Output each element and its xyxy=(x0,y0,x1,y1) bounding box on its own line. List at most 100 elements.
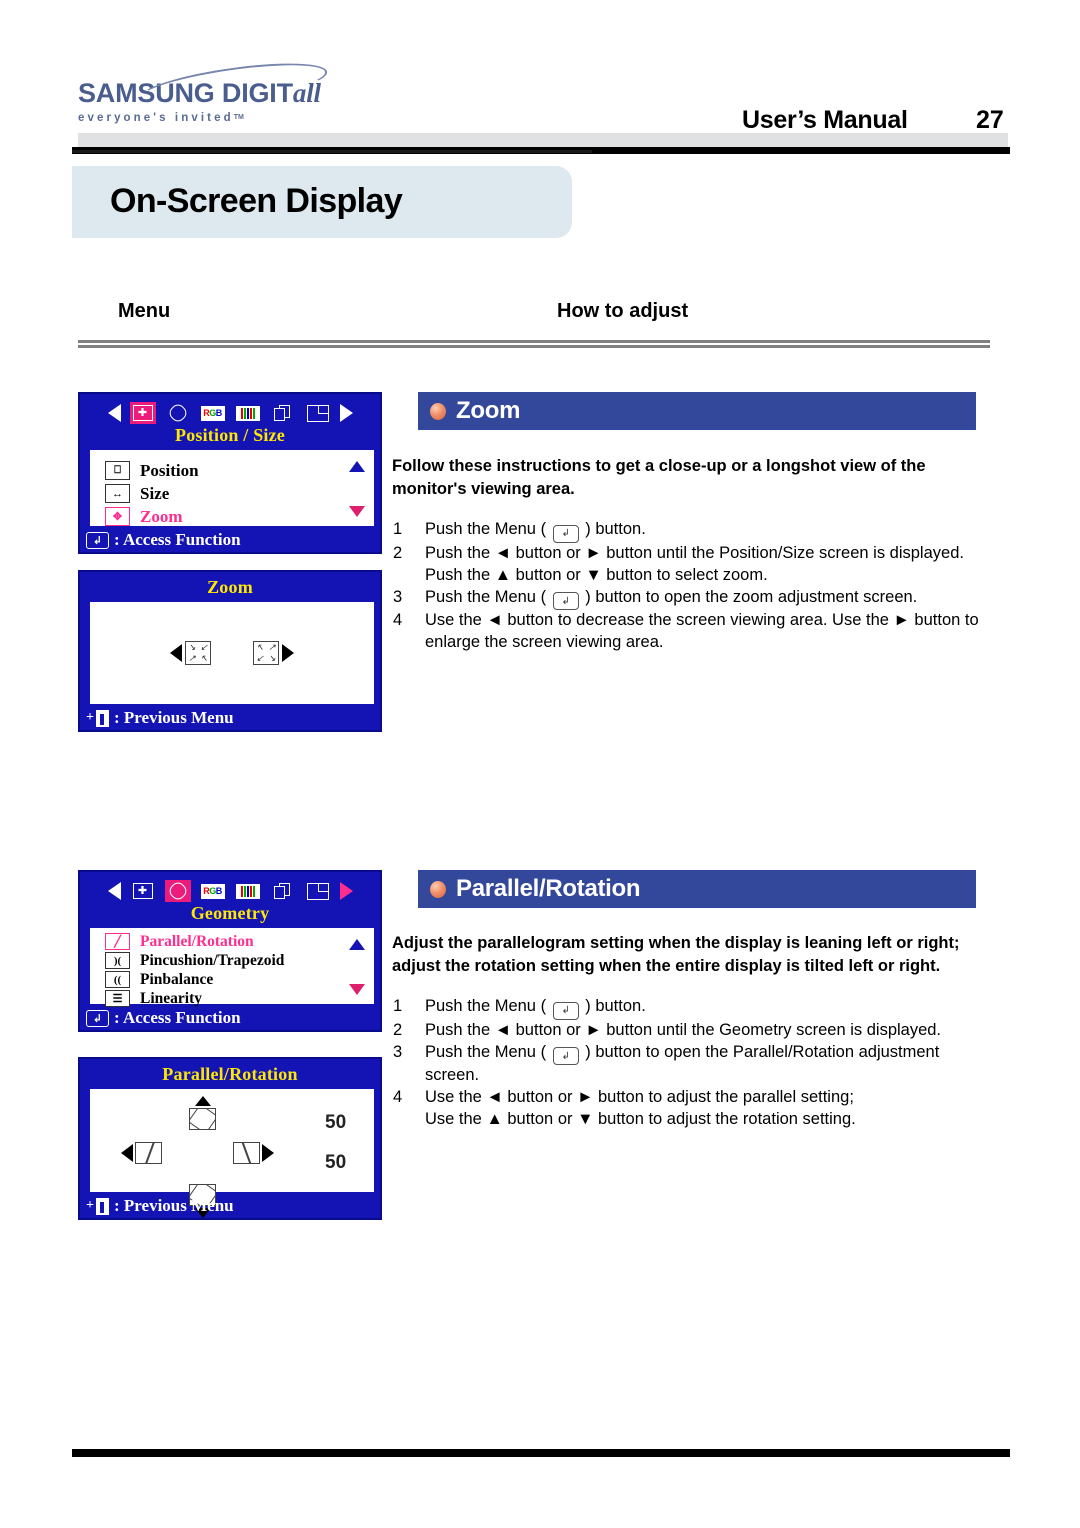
header-gray-band xyxy=(78,133,1008,147)
step-item: 2 Push the ◄ button or ► button until th… xyxy=(393,543,1010,587)
toolbar-geometry-icon[interactable] xyxy=(164,879,191,903)
osd-item-zoom[interactable]: ✥ Zoom xyxy=(105,505,343,528)
osd-footer: + : Previous Menu xyxy=(86,1196,234,1216)
left-arrow-icon[interactable] xyxy=(121,1144,133,1162)
osd-item-label: Pincushion/Trapezoid xyxy=(140,951,285,969)
osd-item-position[interactable]: ⎕ Position xyxy=(105,459,343,482)
zoom-in-control[interactable]: ↖ ↗ ↙ ↘ xyxy=(253,641,294,665)
step-text: Use the ◄ button or ► button to adjust t… xyxy=(425,1087,1010,1131)
step-number: 2 xyxy=(393,543,403,562)
logo-tagline: everyone's invitedTM xyxy=(78,112,338,124)
scroll-up-icon[interactable] xyxy=(349,461,365,472)
osd-toolbar[interactable]: ✚ RGB xyxy=(80,876,380,906)
zoom-out-control[interactable]: ↘ ↙ ↗ ↖ xyxy=(170,641,211,665)
logo-tm-mark: TM xyxy=(233,114,244,121)
scroll-down-icon[interactable] xyxy=(349,506,365,517)
rotation-up-control[interactable] xyxy=(189,1096,216,1130)
menu-key-icon: ↲ xyxy=(552,592,579,611)
osd-item-linearity[interactable]: ☰ Linearity xyxy=(105,989,343,1008)
toolbar-left-arrow-icon[interactable] xyxy=(107,404,121,422)
osd-menu-list[interactable]: ╱ Parallel/Rotation )( Pincushion/Trapez… xyxy=(105,932,343,1008)
step-text-pre: Push the Menu ( xyxy=(425,997,551,1015)
right-arrow-icon[interactable] xyxy=(262,1144,274,1162)
step-number: 4 xyxy=(393,611,403,630)
toolbar-position-size-icon[interactable]: ✚ xyxy=(130,880,156,902)
left-arrow-icon[interactable] xyxy=(170,644,182,662)
toolbar-osd-stack-icon[interactable] xyxy=(270,402,296,424)
parallel-right-icon xyxy=(233,1142,260,1164)
osd-heading: Parallel/Rotation xyxy=(162,1064,298,1084)
linearity-icon: ☰ xyxy=(105,990,130,1007)
column-rule-top xyxy=(78,340,990,343)
menu-key-icon: ↲ xyxy=(552,1047,579,1066)
step-text-pre: Push the Menu ( xyxy=(425,587,551,606)
osd-menu-geometry: ✚ RGB Geometry ╱ Parallel/Rotation )( Pi… xyxy=(78,870,382,1032)
toolbar-right-arrow-icon[interactable] xyxy=(339,404,353,422)
toolbar-right-arrow-icon[interactable] xyxy=(339,882,353,900)
osd-item-size[interactable]: ↔ Size xyxy=(105,482,343,505)
enter-key-icon: ↲ xyxy=(86,531,109,549)
osd-menu-list[interactable]: ⎕ Position ↔ Size ✥ Zoom xyxy=(105,459,343,528)
up-arrow-icon[interactable] xyxy=(194,1096,211,1106)
logo-tagline-text: everyone's invited xyxy=(78,112,234,124)
osd-item-pincushion-trapezoid[interactable]: )( Pincushion/Trapezoid xyxy=(105,951,343,970)
osd-heading: Position / Size xyxy=(175,425,285,445)
zoom-controls[interactable]: ↘ ↙ ↗ ↖ ↖ ↗ ↙ ↘ xyxy=(91,641,373,665)
step-text-pre: Use the ◄ button or ► button to adjust t… xyxy=(425,1088,854,1107)
step-text-post: ) button. xyxy=(580,520,646,538)
osd-footer-label: : Previous Menu xyxy=(113,1196,234,1215)
parallel-left-control[interactable] xyxy=(121,1142,162,1164)
section-intro-zoom: Follow these instructions to get a close… xyxy=(392,457,926,499)
step-item: 4 Use the ◄ button or ► button to adjust… xyxy=(393,1087,1010,1131)
pincushion-icon: )( xyxy=(105,952,130,969)
osd-heading: Geometry xyxy=(190,903,270,923)
osd-panel: ╱ Parallel/Rotation )( Pincushion/Trapez… xyxy=(90,928,374,1007)
toolbar-rgb-icon[interactable]: RGB xyxy=(200,402,226,424)
parallel-right-control[interactable] xyxy=(233,1142,274,1164)
osd-item-pinbalance[interactable]: (( Pinbalance xyxy=(105,970,343,989)
right-arrow-icon[interactable] xyxy=(282,644,294,662)
page-number: 27 xyxy=(976,106,1004,134)
osd-menu-position-size: ✚ RGB Position / Size ⎕ Position ↔ Size … xyxy=(78,392,382,554)
osd-heading: Zoom xyxy=(207,577,253,597)
parallel-rotation-icon: ╱ xyxy=(105,933,130,950)
menu-key-icon: ↲ xyxy=(552,524,579,543)
scroll-down-icon[interactable] xyxy=(349,984,365,995)
bullet-icon xyxy=(430,402,446,420)
toolbar-left-arrow-icon[interactable] xyxy=(107,882,121,900)
step-item: 1 Push the Menu ( ↲ ) button. xyxy=(393,519,1010,543)
zoom-in-icon: ↖ ↗ ↙ ↘ xyxy=(253,641,279,665)
previous-menu-icon: + xyxy=(86,1197,109,1215)
toolbar-position-size-icon[interactable]: ✚ xyxy=(129,402,156,424)
position-icon: ⎕ xyxy=(105,461,130,480)
column-header-menu: Menu xyxy=(118,300,171,322)
toolbar-color-bars-icon[interactable] xyxy=(235,880,261,902)
toolbar-rgb-icon[interactable]: RGB xyxy=(200,880,226,902)
page-title: On-Screen Display xyxy=(110,182,403,220)
toolbar-corner-icon[interactable] xyxy=(305,402,331,424)
parallel-value: 50 xyxy=(325,1152,347,1173)
samsung-logo: SAMSUNG DIGITall everyone's invitedTM xyxy=(78,54,338,124)
step-text-cont: Use the ▲ button or ▼ button to adjust t… xyxy=(425,1110,856,1129)
osd-toolbar[interactable]: ✚ RGB xyxy=(80,398,380,428)
step-text: Push the ◄ button or ► button until the … xyxy=(425,1020,942,1039)
bullet-icon xyxy=(430,880,446,898)
osd-panel: ↘ ↙ ↗ ↖ ↖ ↗ ↙ ↘ xyxy=(90,602,374,704)
step-item: 1 Push the Menu ( ↲ ) button. xyxy=(393,996,1010,1020)
osd-footer-label: : Previous Menu xyxy=(113,708,234,727)
step-number: 2 xyxy=(393,1020,403,1039)
toolbar-color-bars-icon[interactable] xyxy=(235,402,261,424)
toolbar-corner-icon[interactable] xyxy=(305,880,331,902)
osd-item-label: Parallel/Rotation xyxy=(140,932,254,950)
logo-wordmark: SAMSUNG DIGITall xyxy=(78,54,338,116)
osd-footer: ↲ : Access Function xyxy=(86,530,241,550)
step-number: 3 xyxy=(393,1042,403,1061)
osd-footer: ↲ : Access Function xyxy=(86,1008,241,1028)
osd-item-label: Pinbalance xyxy=(140,970,214,988)
toolbar-osd-stack-icon[interactable] xyxy=(270,880,296,902)
toolbar-geometry-icon[interactable] xyxy=(165,401,191,425)
osd-panel: 50 50 xyxy=(90,1089,374,1218)
scroll-up-icon[interactable] xyxy=(349,939,365,950)
step-text-pre: Push the Menu ( xyxy=(425,1042,551,1061)
osd-item-parallel-rotation[interactable]: ╱ Parallel/Rotation xyxy=(105,932,343,951)
